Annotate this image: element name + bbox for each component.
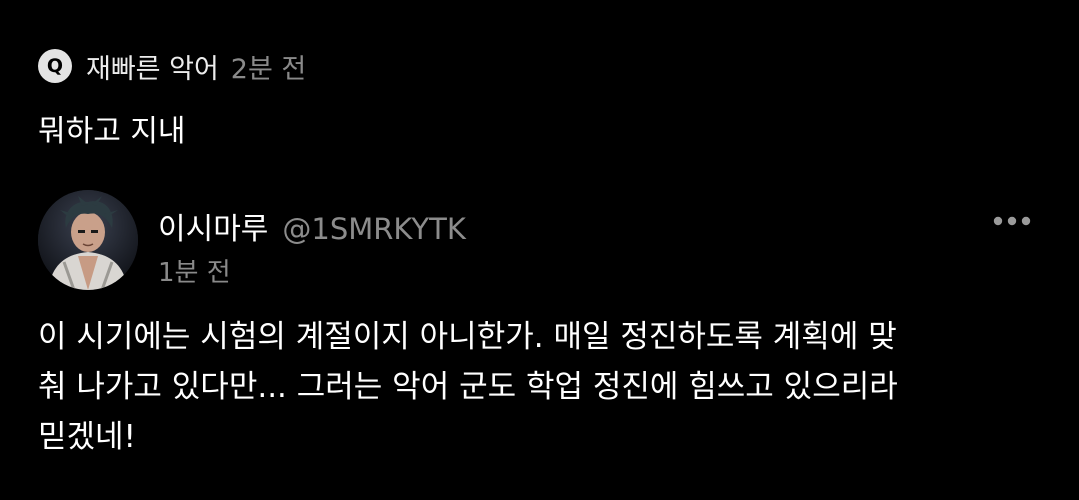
question-text: 뭐하고 지내: [38, 114, 186, 149]
author-avatar[interactable]: [38, 190, 138, 290]
author-row: 이시마루 @1SMRKYTK: [158, 204, 466, 248]
author-handle[interactable]: @1SMRKYTK: [282, 212, 465, 246]
question-badge: Q: [38, 49, 72, 83]
author-name[interactable]: 이시마루: [158, 204, 268, 248]
question-timestamp: 2분 전: [230, 53, 307, 85]
more-horizontal-icon: [993, 216, 1031, 226]
avatar-image: [38, 190, 138, 290]
answer-timestamp: 1분 전: [158, 258, 231, 288]
answer-text: 이 시기에는 시험의 계절이지 아니한가. 매일 정진하도록 계획에 맞 춰 나…: [38, 319, 898, 455]
qa-card: Q 재빠른 악어 2분 전 뭐하고 지내 이시마루 @1SMRKYTK 1분 전…: [0, 0, 1079, 500]
more-options-button[interactable]: [987, 206, 1037, 236]
asker-name[interactable]: 재빠른 악어: [86, 47, 219, 86]
question-header: Q 재빠른 악어 2분 전: [38, 44, 306, 88]
